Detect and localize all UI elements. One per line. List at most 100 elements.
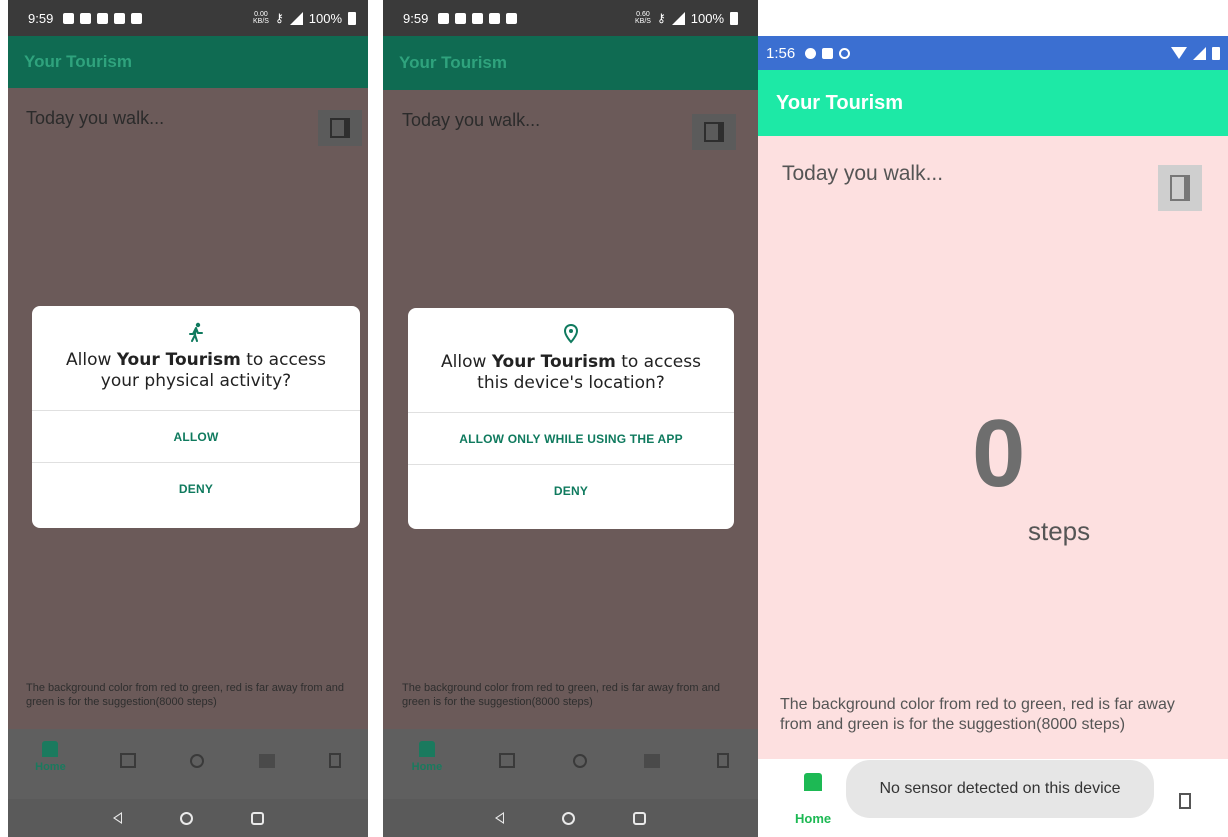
system-nav-bar [383,799,758,837]
status-time: 9:59 [28,10,54,26]
color-hint: The background color from red to green, … [780,696,1175,733]
settings-icon [805,47,817,59]
walk-prompt: Today you walk... [26,108,165,128]
add-circle-icon [190,754,205,768]
map-icon [499,753,516,768]
history-button[interactable] [1158,165,1202,211]
recents-icon[interactable] [633,811,646,825]
nav-home-label: Home [411,761,443,773]
key-icon: ⚷ [656,11,666,25]
notification-icons [438,12,518,24]
app-bar: Your Tourism [8,36,368,88]
home-circle-icon[interactable] [179,811,193,825]
app-bar: Your Tourism [758,70,1228,136]
app-title: Your Tourism [776,91,904,114]
home-icon [418,741,435,757]
screen-location-permission: 9:59 0.60 KB/S ⚷ 100% Your Tourism Today… [383,0,758,837]
nav-add[interactable] [190,741,205,768]
screen-activity-permission: 9:59 0.00 KB/S ⚷ 100% Your Tourism Today… [8,0,368,837]
dialog-title-prefix: Allow [66,350,117,370]
nav-add[interactable] [572,741,587,768]
notification-icons [63,12,143,24]
nav-battery[interactable] [717,741,730,768]
dialog-title: Allow Your Tourism to access your physic… [32,350,360,392]
running-icon [189,322,203,342]
nav-home[interactable]: Home [411,741,443,773]
battery-percent: 100% [308,10,342,26]
photo-icon [258,754,275,768]
notification-icons [805,47,851,59]
signal-icon [1193,46,1206,60]
allow-while-using-button[interactable]: ALLOW ONLY WHILE USING THE APP [408,412,734,464]
back-icon[interactable] [495,812,504,824]
add-circle-icon [572,754,587,768]
book-icon [330,118,350,138]
app-bar: Your Tourism [383,36,758,90]
battery-status-icon [730,11,738,25]
map-icon [119,753,136,768]
back-icon[interactable] [112,812,122,824]
app-title: Your Tourism [24,52,132,71]
nav-photo[interactable] [644,741,661,768]
dialog-title-app: Your Tourism [116,350,241,370]
walk-prompt: Today you walk... [782,162,944,185]
book-icon [1170,175,1190,201]
system-nav-bar [8,799,368,837]
book-icon [704,122,724,142]
wifi-icon [1171,47,1187,59]
step-unit: steps [1028,516,1091,546]
location-pin-icon [564,324,578,344]
bottom-nav: Home [8,729,368,799]
status-bar: 9:59 0.60 KB/S ⚷ 100% [383,0,758,36]
battery-icon [1178,793,1191,809]
signal-icon [671,11,685,25]
main-content: Today you walk... 0 steps The background… [758,136,1228,759]
history-button[interactable] [318,110,362,146]
nav-home[interactable]: Home [35,741,66,773]
home-icon [804,773,823,791]
dialog-title: Allow Your Tourism to access this device… [408,352,734,394]
nav-battery[interactable] [1178,773,1191,809]
battery-status-icon [1212,46,1220,60]
nav-photo[interactable] [258,741,275,768]
status-bar: 9:59 0.00 KB/S ⚷ 100% [8,0,368,36]
net-speed: 0.60 KB/S [635,11,651,25]
deny-button[interactable]: DENY [408,464,734,516]
nav-home-label: Home [35,761,66,773]
sync-icon [839,47,851,59]
status-bar: 1:56 [758,36,1228,70]
battery-percent: 100% [690,10,724,26]
battery-icon [328,753,341,768]
color-hint: The background color from red to green, … [26,682,344,708]
permission-dialog: Allow Your Tourism to access this device… [408,308,734,529]
key-icon: ⚷ [274,11,284,25]
home-circle-icon[interactable] [562,811,575,825]
toast-message: No sensor detected on this device [846,760,1154,818]
sd-card-icon [822,47,834,59]
app-title: Your Tourism [399,53,507,72]
allow-button[interactable]: ALLOW [32,410,360,462]
permission-dialog: Allow Your Tourism to access your physic… [32,306,360,528]
screen-step-counter: 1:56 Your Tourism Today you walk... 0 st… [758,36,1228,837]
dialog-title-app: Your Tourism [491,352,616,372]
nav-map[interactable] [499,741,516,768]
history-button[interactable] [692,114,736,150]
color-hint: The background color from red to green, … [402,682,720,708]
status-time: 9:59 [403,10,429,26]
deny-button[interactable]: DENY [32,462,360,514]
battery-status-icon [348,11,356,25]
net-speed: 0.00 KB/S [253,11,269,25]
dialog-title-prefix: Allow [441,352,492,372]
nav-battery[interactable] [328,741,341,768]
home-icon [42,741,59,757]
nav-home-label: Home [794,811,832,826]
signal-icon [289,11,303,25]
recents-icon[interactable] [250,811,264,825]
nav-map[interactable] [119,741,136,768]
battery-icon [717,753,730,768]
bottom-nav: Home [383,729,758,799]
step-count: 0 [972,400,1026,507]
nav-home[interactable]: Home [795,773,831,826]
status-time: 1:56 [766,44,796,62]
photo-icon [644,754,661,768]
